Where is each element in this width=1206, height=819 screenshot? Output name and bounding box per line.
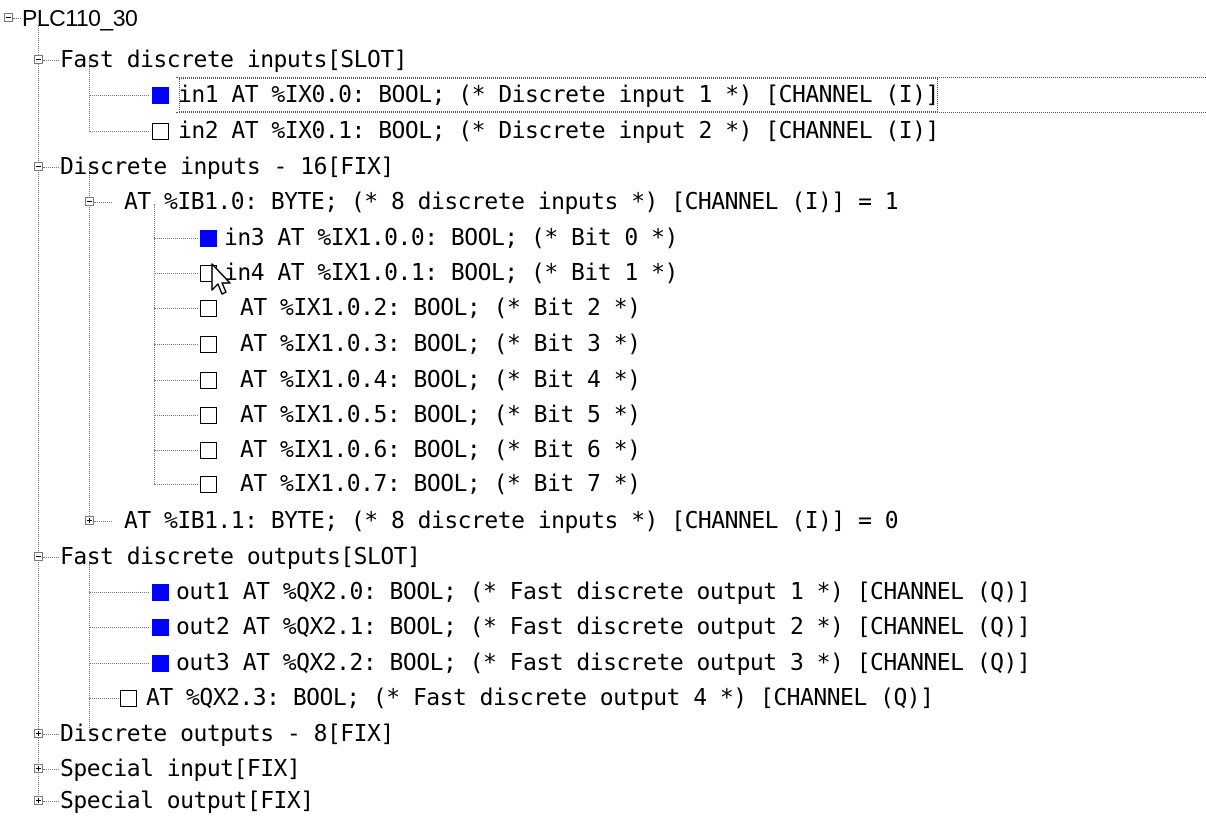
minus-box-icon[interactable] xyxy=(34,162,43,171)
tree-node-discrete-inputs[interactable]: Discrete inputs - 16[FIX] xyxy=(0,149,1206,185)
checkbox-in1[interactable] xyxy=(152,87,169,104)
tree-node-label: Discrete inputs - 16[FIX] xyxy=(60,154,394,180)
tree-leaf-bit3[interactable]: AT %IX1.0.3: BOOL; (* Bit 3 *) xyxy=(0,326,1206,362)
tree-leaf-out2[interactable]: out2 AT %QX2.1: BOOL; (* Fast discrete o… xyxy=(0,609,1206,645)
tree-leaf-label: in4 AT %IX1.0.1: BOOL; (* Bit 1 *) xyxy=(224,260,678,286)
tree-line xyxy=(43,167,59,168)
tree-node-ib1-0[interactable]: AT %IB1.0: BYTE; (* 8 discrete inputs *)… xyxy=(0,184,1206,220)
checkbox-bit7[interactable] xyxy=(200,476,217,493)
tree-line xyxy=(89,95,149,96)
tree-line xyxy=(154,415,198,416)
tree-line xyxy=(94,521,112,522)
tree-line xyxy=(89,131,149,132)
checkbox-in2[interactable] xyxy=(152,123,169,140)
checkbox-bit5[interactable] xyxy=(200,407,217,424)
tree-node-label: Special input[FIX] xyxy=(60,756,301,782)
tree-leaf-bit6[interactable]: AT %IX1.0.6: BOOL; (* Bit 6 *) xyxy=(0,432,1206,468)
tree-line xyxy=(43,60,59,61)
checkbox-out1[interactable] xyxy=(152,584,169,601)
tree-line xyxy=(43,557,59,558)
checkbox-bit0[interactable] xyxy=(200,230,217,247)
tree-leaf-out4[interactable]: AT %QX2.3: BOOL; (* Fast discrete output… xyxy=(0,680,1206,716)
minus-box-icon[interactable] xyxy=(85,197,94,206)
tree-line xyxy=(43,801,59,802)
tree-leaf-label: out1 AT %QX2.0: BOOL; (* Fast discrete o… xyxy=(176,579,1031,605)
tree-leaf-label: AT %IX1.0.4: BOOL; (* Bit 4 *) xyxy=(240,367,641,393)
tree-leaf-label: AT %IX1.0.2: BOOL; (* Bit 2 *) xyxy=(240,295,641,321)
tree-line xyxy=(89,627,149,628)
checkbox-out2[interactable] xyxy=(152,619,169,636)
tree-leaf-label: AT %IX1.0.7: BOOL; (* Bit 7 *) xyxy=(240,471,641,497)
tree-line xyxy=(154,380,198,381)
tree-line xyxy=(89,663,149,664)
tree-line xyxy=(154,273,198,274)
plus-box-icon[interactable] xyxy=(85,516,94,525)
tree-node-label: Fast discrete inputs[SLOT] xyxy=(60,47,408,73)
tree-leaf-in2[interactable]: in2 AT %IX0.1: BOOL; (* Discrete input 2… xyxy=(0,113,1206,149)
tree-leaf-out3[interactable]: out3 AT %QX2.2: BOOL; (* Fast discrete o… xyxy=(0,645,1206,681)
plus-box-icon[interactable] xyxy=(34,796,43,805)
checkbox-bit3[interactable] xyxy=(200,336,217,353)
plus-box-icon[interactable] xyxy=(34,729,43,738)
tree-leaf-label: AT %IX1.0.6: BOOL; (* Bit 6 *) xyxy=(240,437,641,463)
tree-leaf-bit5[interactable]: AT %IX1.0.5: BOOL; (* Bit 5 *) xyxy=(0,397,1206,433)
tree-node-fast-discrete-inputs[interactable]: Fast discrete inputs[SLOT] xyxy=(0,42,1206,78)
checkbox-bit1[interactable] xyxy=(200,265,217,282)
tree-leaf-label: in2 AT %IX0.1: BOOL; (* Discrete input 2… xyxy=(178,118,939,144)
tree-node-plc110-30[interactable]: PLC110_30 xyxy=(0,0,1206,36)
tree-line xyxy=(43,769,59,770)
tree-leaf-bit0[interactable]: in3 AT %IX1.0.0: BOOL; (* Bit 0 *) xyxy=(0,220,1206,256)
io-config-tree[interactable]: PLC110_30 Fast discrete inputs[SLOT] in1… xyxy=(0,0,1206,816)
tree-leaf-label: in1 AT %IX0.0: BOOL; (* Discrete input 1… xyxy=(178,77,939,113)
tree-node-label: Fast discrete outputs[SLOT] xyxy=(60,544,421,570)
tree-leaf-out1[interactable]: out1 AT %QX2.0: BOOL; (* Fast discrete o… xyxy=(0,574,1206,610)
tree-leaf-bit1[interactable]: in4 AT %IX1.0.1: BOOL; (* Bit 1 *) xyxy=(0,255,1206,291)
tree-leaf-in1[interactable]: in1 AT %IX0.0: BOOL; (* Discrete input 1… xyxy=(0,77,1206,113)
tree-line xyxy=(13,18,21,19)
tree-node-label: Special output[FIX] xyxy=(60,788,314,814)
checkbox-out3[interactable] xyxy=(152,655,169,672)
tree-node-label: Discrete outputs - 8[FIX] xyxy=(60,721,394,747)
checkbox-bit4[interactable] xyxy=(200,372,217,389)
tree-line xyxy=(94,202,112,203)
minus-box-icon[interactable] xyxy=(34,552,43,561)
tree-line xyxy=(89,698,119,699)
tree-line xyxy=(154,484,198,485)
tree-leaf-label: AT %QX2.3: BOOL; (* Fast discrete output… xyxy=(146,685,934,711)
tree-leaf-bit2[interactable]: AT %IX1.0.2: BOOL; (* Bit 2 *) xyxy=(0,290,1206,326)
checkbox-bit6[interactable] xyxy=(200,442,217,459)
tree-node-special-input[interactable]: Special input[FIX] xyxy=(0,751,1206,787)
tree-node-ib1-1[interactable]: AT %IB1.1: BYTE; (* 8 discrete inputs *)… xyxy=(0,503,1206,539)
tree-node-label: AT %IB1.0: BYTE; (* 8 discrete inputs *)… xyxy=(124,189,899,215)
tree-leaf-bit4[interactable]: AT %IX1.0.4: BOOL; (* Bit 4 *) xyxy=(0,362,1206,398)
tree-line xyxy=(154,238,198,239)
minus-box-icon[interactable] xyxy=(4,13,13,22)
checkbox-bit2[interactable] xyxy=(200,300,217,317)
plus-box-icon[interactable] xyxy=(34,764,43,773)
tree-line xyxy=(154,344,198,345)
tree-leaf-label: out2 AT %QX2.1: BOOL; (* Fast discrete o… xyxy=(176,614,1031,640)
tree-node-label: PLC110_30 xyxy=(22,5,138,31)
checkbox-out4[interactable] xyxy=(120,690,137,707)
tree-leaf-bit7[interactable]: AT %IX1.0.7: BOOL; (* Bit 7 *) xyxy=(0,466,1206,502)
tree-leaf-label: AT %IX1.0.5: BOOL; (* Bit 5 *) xyxy=(240,402,641,428)
tree-line xyxy=(89,592,149,593)
tree-line xyxy=(43,734,59,735)
tree-line xyxy=(154,308,198,309)
tree-node-discrete-outputs[interactable]: Discrete outputs - 8[FIX] xyxy=(0,716,1206,752)
tree-line xyxy=(154,450,198,451)
tree-node-special-output[interactable]: Special output[FIX] xyxy=(0,783,1206,819)
tree-leaf-label: out3 AT %QX2.2: BOOL; (* Fast discrete o… xyxy=(176,650,1031,676)
tree-leaf-label: in3 AT %IX1.0.0: BOOL; (* Bit 0 *) xyxy=(224,225,678,251)
tree-leaf-label: AT %IX1.0.3: BOOL; (* Bit 3 *) xyxy=(240,331,641,357)
minus-box-icon[interactable] xyxy=(34,55,43,64)
tree-node-label: AT %IB1.1: BYTE; (* 8 discrete inputs *)… xyxy=(124,508,899,534)
tree-node-fast-discrete-outputs[interactable]: Fast discrete outputs[SLOT] xyxy=(0,539,1206,575)
